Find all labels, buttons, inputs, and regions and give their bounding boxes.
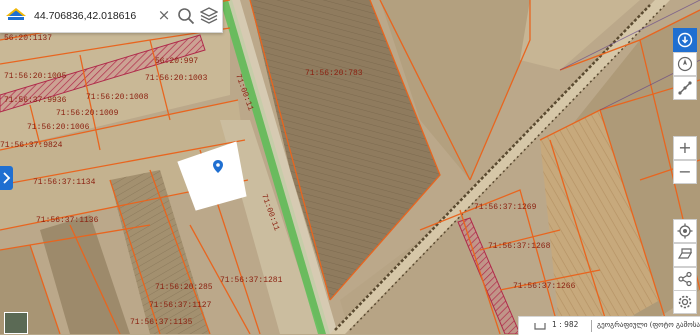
- map-scale: 1 : 982: [552, 320, 579, 329]
- parcel-label: 71:56:37:1281: [220, 276, 283, 285]
- share-button[interactable]: [673, 267, 697, 291]
- parcel-label: 71:56:37:9824: [0, 141, 63, 150]
- info-icon: [677, 32, 693, 48]
- zoom-in-button[interactable]: +: [673, 136, 697, 160]
- chevron-right-icon: [3, 172, 11, 184]
- basemap-name[interactable]: გეოგრაფიული (ფოტო გამოსახ): [597, 321, 700, 329]
- parcel-label: 71:56:37:1134: [33, 178, 96, 187]
- layers-icon[interactable]: [200, 6, 218, 26]
- divider: [591, 320, 592, 332]
- settings-button[interactable]: [673, 290, 697, 314]
- parcel-label: 71:56:37:9936: [4, 96, 67, 105]
- parcel-label: 71:56:20:783: [305, 69, 363, 78]
- parcel-label: 71:56:37:1266: [513, 282, 576, 291]
- locate-button[interactable]: [673, 219, 697, 243]
- parcel-label: 71:56:37:1268: [488, 242, 551, 251]
- draw-button[interactable]: [673, 76, 697, 100]
- parcel-label: 71:56:37:1127: [149, 301, 212, 310]
- locate-icon: [677, 223, 693, 239]
- app-logo: [6, 8, 26, 20]
- parcel-label: 71:56:37:1135: [130, 318, 193, 327]
- parcel-label: 71:56:20:1006: [27, 123, 90, 132]
- parcel-label: 71:56:37:1269: [474, 203, 537, 212]
- close-icon[interactable]: ×: [156, 6, 172, 24]
- scale-icon: [534, 323, 546, 330]
- search-icon[interactable]: [177, 7, 195, 25]
- parcel-label: 56:20:997: [155, 57, 198, 66]
- print-icon: [677, 248, 693, 259]
- compass-measure-icon: [677, 56, 693, 72]
- gear-icon: [678, 295, 692, 309]
- map-canvas[interactable]: 56:20:1137 56:20:997 71:56:20:1005 71:56…: [0, 0, 700, 334]
- draw-line-icon: [678, 81, 692, 95]
- search-bar: 44.706836,42.018616 ×: [0, 0, 223, 33]
- info-button[interactable]: [673, 28, 697, 52]
- plus-icon: +: [678, 138, 692, 157]
- minus-icon: −: [678, 162, 692, 181]
- measure-button[interactable]: [673, 52, 697, 76]
- parcel-label: 71:56:20:1009: [56, 109, 119, 118]
- parcel-label: 56:20:1137: [4, 34, 52, 43]
- parcel-label: 71:56:20:1005: [4, 72, 67, 81]
- search-input[interactable]: 44.706836,42.018616: [34, 10, 136, 22]
- status-bar: 1 : 982 გეოგრაფიული (ფოტო გამოსახ): [518, 316, 700, 335]
- parcel-label: 71:56:20:285: [155, 283, 213, 292]
- parcel-label: 71:56:20:1008: [86, 93, 149, 102]
- basemap-thumbnail[interactable]: [4, 312, 28, 334]
- expand-panel-button[interactable]: [0, 166, 13, 190]
- print-button[interactable]: [673, 243, 697, 267]
- parcel-label: 71:56:37:1136: [36, 216, 99, 225]
- zoom-out-button[interactable]: −: [673, 160, 697, 184]
- parcel-label: 71:56:20:1003: [145, 74, 208, 83]
- share-icon: [678, 271, 692, 287]
